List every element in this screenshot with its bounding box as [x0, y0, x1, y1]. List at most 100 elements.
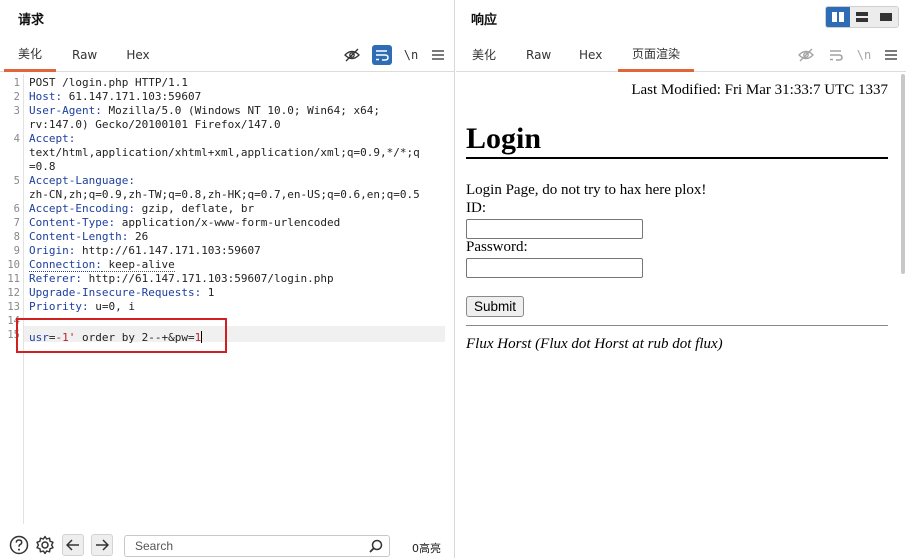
request-line: zh-CN,zh;q=0.9,zh-TW;q=0.8,zh-HK;q=0.7,e… — [29, 188, 420, 202]
request-line: Content-Type: application/x-www-form-url… — [29, 216, 340, 230]
request-token: application/x-www-form-urlencoded — [115, 216, 341, 229]
request-token: 1 — [201, 286, 215, 299]
request-tab-raw[interactable]: Raw — [58, 38, 110, 72]
request-line: Connection: keep-alive — [29, 258, 175, 272]
line-number: 3 — [13, 105, 20, 117]
request-line: User-Agent: Mozilla/5.0 (Windows NT 10.0… — [29, 104, 380, 118]
request-line: Accept-Encoding: gzip, deflate, br — [29, 202, 254, 216]
password-label: Password: — [466, 239, 528, 255]
search-box — [124, 535, 390, 557]
newline-toggle-icon[interactable]: \n — [854, 45, 874, 65]
request-line: POST /login.php HTTP/1.1 — [29, 76, 188, 90]
rendered-page: Last Modified: Fri Mar 31:33:7 UTC 1337 … — [456, 74, 900, 558]
request-token: POST /login.php HTTP/1.1 — [29, 76, 188, 89]
wrap-lines-icon[interactable] — [826, 45, 846, 65]
request-line: Host: 61.147.171.103:59607 — [29, 90, 201, 104]
request-token: gzip, deflate, br — [134, 202, 255, 215]
line-number: 11 — [7, 273, 20, 285]
response-tab-hex[interactable]: Hex — [565, 38, 615, 72]
request-line: Referer: http://61.147.171.103:59607/log… — [29, 272, 334, 286]
line-number: 2 — [13, 91, 20, 103]
request-line: Accept-Language: — [29, 174, 135, 188]
newline-toggle-icon[interactable]: \n — [401, 45, 421, 65]
stacked-layout-icon[interactable] — [850, 7, 874, 27]
request-token: http://61.147.171.103:59607 — [75, 244, 261, 257]
line-number: 6 — [13, 203, 20, 215]
request-line: Priority: u=0, i — [29, 300, 135, 314]
request-token: Mozilla/5.0 (Windows NT 10.0; Win64; x64… — [101, 104, 381, 117]
line-number: 9 — [13, 245, 20, 257]
request-tab-hex[interactable]: Hex — [112, 38, 164, 72]
request-editor[interactable]: 1 2 3 4 5 6 7 8 9 10 11 12 13 14 15 POST /login.php HT… — [0, 74, 455, 524]
line-number: 5 — [13, 175, 20, 187]
side-by-side-layout-icon[interactable] — [826, 7, 850, 27]
request-bottom-bar: 0高亮 — [0, 532, 455, 558]
response-tab-raw[interactable]: Raw — [512, 38, 562, 72]
menu-icon[interactable] — [881, 45, 901, 65]
request-tab-pretty[interactable]: 美化 — [4, 38, 56, 72]
submit-button[interactable]: Submit — [466, 296, 525, 317]
id-input[interactable] — [466, 219, 643, 239]
request-token: Content-Type: — [29, 216, 116, 229]
request-line: =0.8 — [29, 160, 56, 174]
match-count: 0高亮 — [412, 542, 441, 555]
line-number: 12 — [7, 287, 20, 299]
hide-eye-icon[interactable] — [342, 45, 362, 65]
password-input[interactable] — [466, 258, 643, 278]
wrap-lines-icon[interactable] — [372, 45, 392, 65]
request-line: Origin: http://61.147.171.103:59607 — [29, 244, 261, 258]
back-arrow-icon[interactable] — [62, 534, 84, 556]
request-token: Accept-Encoding: — [29, 202, 135, 215]
line-number: 10 — [7, 259, 20, 271]
response-pane: 响应 美化 Raw Hex 页面渲染 \n Last Modified: Fri… — [456, 0, 906, 558]
footer-rule — [466, 325, 888, 326]
request-token: Upgrade-Insecure-Requests: — [29, 286, 202, 299]
response-title: 响应 — [471, 13, 498, 28]
menu-icon[interactable] — [428, 45, 448, 65]
request-token: http://61.147.171.103:59607/login.php — [81, 272, 334, 285]
heading-rule — [466, 157, 888, 159]
request-token: text/html,application/xhtml+xml,applicat… — [29, 146, 420, 159]
login-heading: Login — [466, 122, 542, 155]
last-modified-text: Last Modified: Fri Mar 31:33:7 UTC 1337 — [631, 82, 888, 98]
layout-view-toggle — [825, 6, 899, 28]
request-line: Accept: — [29, 132, 75, 146]
response-tab-pretty[interactable]: 美化 — [458, 38, 510, 72]
request-token: rv:147.0) Gecko/20100101 Firefox/147.0 — [29, 118, 281, 131]
request-line: Upgrade-Insecure-Requests: 1 — [29, 286, 214, 300]
line-number: 4 — [13, 133, 20, 145]
request-token: keep-alive — [101, 258, 175, 272]
request-pane: 请求 美化 Raw Hex \n 1 2 3 4 5 6 7 8 9 10 11 12 13 14 15 P… — [0, 0, 455, 558]
request-token: 61.147.171.103:59607 — [62, 90, 202, 103]
request-token: zh-CN,zh;q=0.9,zh-TW;q=0.8,zh-HK;q=0.7,e… — [29, 188, 420, 201]
line-number: 7 — [13, 217, 20, 229]
hide-eye-icon[interactable] — [796, 45, 816, 65]
search-input[interactable] — [135, 539, 365, 553]
request-token: Accept: — [29, 132, 76, 145]
forward-arrow-icon[interactable] — [91, 534, 113, 556]
line-number: 13 — [7, 301, 20, 313]
response-tab-render[interactable]: 页面渲染 — [618, 38, 694, 72]
request-line: rv:147.0) Gecko/20100101 Firefox/147.0 — [29, 118, 281, 132]
intro-text: Login Page, do not try to hax here plox! — [466, 182, 707, 198]
request-line: text/html,application/xhtml+xml,applicat… — [29, 146, 420, 160]
help-icon[interactable] — [9, 535, 29, 555]
search-icon[interactable] — [369, 539, 383, 556]
request-line: Content-Length: 26 — [29, 230, 148, 244]
render-scrollbar[interactable] — [901, 74, 905, 274]
line-number: 1 — [13, 77, 20, 89]
tabbed-layout-icon[interactable] — [874, 7, 898, 27]
settings-gear-icon[interactable] — [35, 535, 55, 555]
request-token: 26 — [128, 230, 149, 243]
id-label: ID: — [466, 200, 486, 216]
request-token: Priority: — [29, 300, 89, 313]
request-token: =0.8 — [29, 160, 56, 173]
request-token: User-Agent: — [29, 104, 102, 117]
request-token: u=0, i — [88, 300, 135, 313]
request-token: Content-Length: — [29, 230, 129, 243]
request-token: Host: — [29, 90, 63, 103]
request-token: Origin: — [29, 244, 76, 257]
line-number: 8 — [13, 231, 20, 243]
request-token: Connection: — [29, 258, 102, 272]
request-title: 请求 — [18, 13, 45, 28]
